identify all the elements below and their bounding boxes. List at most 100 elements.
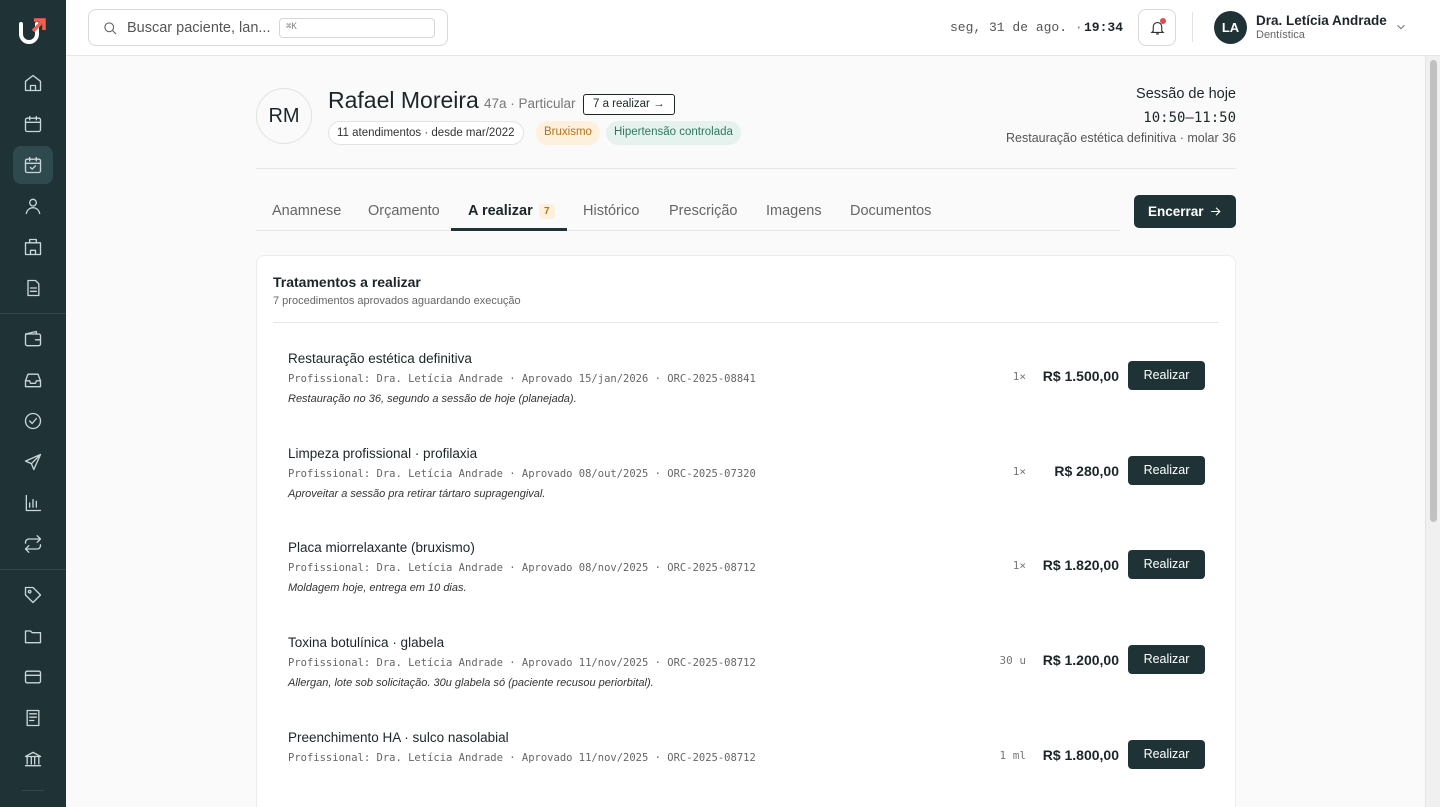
search-input[interactable]: Buscar paciente, lan... ⌘K	[88, 9, 448, 46]
credit-card-icon	[24, 670, 42, 684]
bar-chart-icon	[25, 494, 42, 512]
wallet-icon	[24, 330, 42, 347]
date-separator: ·	[1074, 20, 1083, 35]
nav-patients[interactable]	[13, 187, 53, 225]
bank-icon	[24, 751, 42, 767]
treatment-title: Toxina botulínica · glabela	[288, 635, 445, 650]
notifications-button[interactable]	[1138, 9, 1176, 46]
visits-badge: 11 atendimentos · desde mar/2022	[328, 121, 524, 145]
treatment-title: Limpeza profissional · profilaxia	[288, 446, 478, 461]
treatment-quantity: 30 u	[999, 654, 1027, 667]
nav-documents[interactable]	[13, 269, 53, 307]
nav-receipts[interactable]	[13, 699, 53, 737]
tag-hypertension: Hipertensão controlada	[606, 121, 741, 145]
tab-imagens[interactable]: Imagens	[766, 190, 822, 231]
check-circle-icon	[24, 412, 42, 430]
nav-appointments[interactable]	[13, 146, 53, 184]
search-icon	[104, 22, 117, 35]
tab-count-badge: 7	[538, 204, 555, 219]
treatment-title: Preenchimento HA · sulco nasolabial	[288, 730, 509, 745]
avatar[interactable]: LA	[1214, 11, 1247, 44]
receipt-icon	[26, 709, 40, 727]
scrollbar[interactable]	[1425, 56, 1440, 807]
treatment-title: Restauração estética definitiva	[288, 351, 472, 366]
header-divider	[256, 168, 1236, 169]
treatment-meta: Profissional: Dra. Letícia Andrade · Apr…	[288, 657, 756, 669]
patient-avatar: RM	[256, 88, 312, 144]
calendar-check-icon	[24, 156, 42, 174]
search-placeholder: Buscar paciente, lan...	[127, 20, 271, 36]
tab-prescricao[interactable]: Prescrição	[669, 190, 738, 231]
nav-messages[interactable]	[13, 443, 53, 481]
treatments-card: Tratamentos a realizar 7 procedimentos a…	[256, 255, 1236, 807]
nav-payments[interactable]	[13, 658, 53, 696]
chevron-down-icon[interactable]	[1394, 20, 1408, 34]
current-time: 19:34	[1084, 20, 1124, 35]
tab-documentos[interactable]: Documentos	[850, 190, 931, 231]
treatment-row: Restauração estética definitiva Profissi…	[257, 351, 1237, 445]
treatment-row: Limpeza profissional · profilaxia Profis…	[257, 446, 1237, 540]
inbox-icon	[24, 373, 42, 388]
scrollbar-thumb[interactable]	[1430, 60, 1437, 522]
perform-button[interactable]: Realizar	[1128, 645, 1205, 674]
treatment-meta: Profissional: Dra. Letícia Andrade · Apr…	[288, 468, 756, 480]
date-text: seg, 31 de ago.	[950, 20, 1068, 35]
tab-bar: Anamnese Orçamento A realizar 7 Histórico…	[256, 190, 1120, 231]
tag-bruxism: Bruxismo	[536, 121, 600, 145]
treatment-price: R$ 1.500,00	[1042, 368, 1119, 384]
tab-historico[interactable]: Histórico	[583, 190, 639, 231]
building-icon	[24, 238, 42, 256]
end-session-button[interactable]: Encerrar	[1134, 195, 1236, 228]
patient-name: Rafael Moreira	[328, 87, 479, 113]
treatment-title: Placa miorrelaxante (bruxismo)	[288, 540, 475, 555]
perform-button[interactable]: Realizar	[1128, 361, 1205, 390]
patient-meta: 47a · Particular	[484, 96, 576, 111]
pending-treatments-button[interactable]: 7 a realizar →	[583, 94, 675, 115]
treatment-meta: Profissional: Dra. Letícia Andrade · Apr…	[288, 373, 756, 385]
card-subtitle: 7 procedimentos aprovados aguardando exe…	[273, 295, 521, 307]
sidebar	[0, 0, 66, 807]
user-icon	[25, 198, 41, 215]
nav-clinic[interactable]	[13, 228, 53, 266]
user-name[interactable]: Dra. Letícia Andrade	[1256, 13, 1387, 28]
logo-mark[interactable]	[17, 16, 49, 48]
tab-orcamento[interactable]: Orçamento	[368, 190, 440, 231]
sidebar-divider	[0, 313, 66, 314]
treatment-note: Allergan, lote sob solicitação. 30u glab…	[288, 677, 654, 689]
session-description: Restauração estética definitiva · molar …	[1006, 131, 1236, 145]
nav-wallet[interactable]	[13, 320, 53, 358]
sidebar-divider	[22, 790, 44, 791]
treatment-note: Aproveitar a sessão pra retirar tártaro …	[288, 488, 546, 500]
send-icon	[24, 453, 42, 471]
nav-tasks[interactable]	[13, 402, 53, 440]
tab-label: A realizar	[468, 203, 533, 219]
perform-button[interactable]: Realizar	[1128, 740, 1205, 769]
nav-bank[interactable]	[13, 740, 53, 778]
notification-dot	[1160, 18, 1166, 24]
arrow-right-icon	[1211, 207, 1221, 216]
tag-icon	[24, 586, 42, 604]
current-date: seg, 31 de ago. ·	[950, 20, 1083, 35]
nav-home[interactable]	[13, 64, 53, 102]
treatment-price: R$ 280,00	[1054, 463, 1119, 479]
treatment-meta: Profissional: Dra. Letícia Andrade · Apr…	[288, 752, 756, 764]
nav-reports[interactable]	[13, 484, 53, 522]
treatment-price: R$ 1.820,00	[1042, 557, 1119, 573]
card-title: Tratamentos a realizar	[273, 274, 421, 290]
treatment-price: R$ 1.200,00	[1042, 652, 1119, 668]
nav-prices[interactable]	[13, 576, 53, 614]
tab-a-realizar[interactable]: A realizar 7	[468, 190, 555, 231]
folder-icon	[24, 630, 42, 644]
nav-files[interactable]	[13, 617, 53, 655]
nav-transfers[interactable]	[13, 525, 53, 563]
nav-inbox[interactable]	[13, 361, 53, 399]
perform-button[interactable]: Realizar	[1128, 550, 1205, 579]
tab-anamnese[interactable]: Anamnese	[272, 190, 341, 231]
treatment-quantity: 1 ml	[999, 749, 1027, 762]
treatment-quantity: 1×	[1012, 465, 1026, 478]
perform-button[interactable]: Realizar	[1128, 456, 1205, 485]
nav-calendar[interactable]	[13, 105, 53, 143]
treatment-row: Toxina botulínica · glabela Profissional…	[257, 635, 1237, 729]
active-tab-indicator	[451, 228, 567, 231]
search-shortcut: ⌘K	[279, 18, 435, 38]
